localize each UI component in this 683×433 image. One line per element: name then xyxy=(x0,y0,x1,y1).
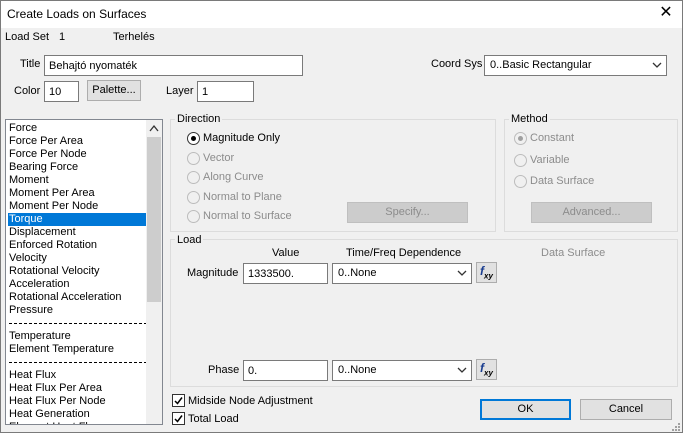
magnitude-input[interactable]: 1333500. xyxy=(243,263,328,284)
magnitude-dependence-value: 0..None xyxy=(338,267,377,279)
create-loads-dialog: Create Loads on Surfaces ✕ Load Set 1 Te… xyxy=(0,0,683,433)
radio-label: Variable xyxy=(530,153,570,166)
time-dependence-header: Time/Freq Dependence xyxy=(346,247,462,259)
radio-button[interactable] xyxy=(514,132,527,145)
data-surface-header: Data Surface xyxy=(541,247,606,259)
load-type-item[interactable]: Heat Flux Per Node xyxy=(8,395,147,408)
load-type-item[interactable]: Pressure xyxy=(8,304,147,317)
load-type-item[interactable]: Force xyxy=(8,122,147,135)
phase-input[interactable]: 0. xyxy=(243,360,328,381)
load-set-name: Terhelés xyxy=(113,31,155,43)
midside-node-label: Midside Node Adjustment xyxy=(188,395,313,407)
cancel-button[interactable]: Cancel xyxy=(580,399,672,420)
load-type-item[interactable]: Element Heat Flux xyxy=(8,421,147,424)
scroll-up-icon[interactable] xyxy=(149,124,159,132)
load-set-label: Load Set xyxy=(5,31,50,43)
radio-label: Magnitude Only xyxy=(203,132,281,144)
chevron-down-icon xyxy=(457,367,467,373)
radio-button[interactable] xyxy=(187,190,200,204)
function-icon: fxy xyxy=(480,361,493,378)
palette-button[interactable]: Palette... xyxy=(87,80,141,101)
load-set-number: 1 xyxy=(59,31,66,43)
phase-label: Phase xyxy=(208,364,240,376)
advanced-button[interactable]: Advanced... xyxy=(531,202,652,223)
total-load-label: Total Load xyxy=(188,413,239,425)
title-field-label: Title xyxy=(20,58,41,70)
load-type-item[interactable]: Moment xyxy=(8,174,147,187)
scroll-thumb[interactable] xyxy=(147,137,161,302)
resize-grip-icon[interactable] xyxy=(670,421,681,432)
radio-button[interactable] xyxy=(187,210,200,223)
load-type-item[interactable]: Heat Flux xyxy=(8,369,147,382)
title-bar: Create Loads on Surfaces ✕ xyxy=(1,1,682,28)
load-type-item[interactable]: Moment Per Area xyxy=(8,187,147,200)
coord-sys-label: Coord Sys xyxy=(431,58,483,70)
radio-label: Along Curve xyxy=(203,171,264,183)
load-type-item[interactable]: Heat Flux Per Area xyxy=(8,382,147,395)
radio-button[interactable] xyxy=(514,175,527,188)
load-type-item[interactable]: Temperature xyxy=(8,330,147,343)
radio-label: Normal to Plane xyxy=(203,190,282,203)
phase-function-button[interactable]: fxy xyxy=(476,359,497,380)
chevron-down-icon xyxy=(652,62,662,68)
load-type-item[interactable]: Bearing Force xyxy=(8,161,147,174)
load-type-item[interactable]: Rotational Acceleration xyxy=(8,291,147,304)
load-type-item[interactable]: Acceleration xyxy=(8,278,147,291)
radio-dot xyxy=(191,136,196,141)
direction-title: Direction xyxy=(175,113,223,125)
load-type-item[interactable]: Displacement xyxy=(8,226,147,239)
ok-button[interactable]: OK xyxy=(480,399,571,420)
checkbox-box[interactable] xyxy=(172,412,185,425)
load-type-item[interactable]: Force Per Node xyxy=(8,148,147,161)
chevron-down-icon xyxy=(457,270,467,276)
radio-label: Constant xyxy=(530,132,575,144)
list-separator xyxy=(9,323,147,324)
checkmark-icon xyxy=(174,415,183,423)
title-input[interactable]: Behajtó nyomaték xyxy=(44,55,303,76)
phase-dependence-select[interactable]: 0..None xyxy=(332,360,472,381)
load-title: Load xyxy=(175,234,204,246)
magnitude-label: Magnitude xyxy=(187,267,239,279)
close-icon[interactable]: ✕ xyxy=(658,4,674,22)
list-scrollbar[interactable] xyxy=(146,120,162,424)
window-title: Create Loads on Surfaces xyxy=(7,7,147,21)
load-type-item[interactable]: Velocity xyxy=(8,252,147,265)
radio-label: Data Surface xyxy=(530,175,595,187)
load-type-item[interactable]: Moment Per Node xyxy=(8,200,147,213)
radio-dot xyxy=(518,136,523,141)
load-type-item[interactable]: Heat Generation xyxy=(8,408,147,421)
load-type-item[interactable]: Rotational Velocity xyxy=(8,265,147,278)
radio-label: Vector xyxy=(203,151,235,164)
value-column-header: Value xyxy=(272,247,300,259)
checkmark-icon xyxy=(174,397,183,405)
radio-button[interactable] xyxy=(514,153,527,167)
specify-button[interactable]: Specify... xyxy=(347,202,468,223)
magnitude-function-button[interactable]: fxy xyxy=(476,262,497,283)
layer-input[interactable]: 1 xyxy=(197,81,254,102)
radio-button[interactable] xyxy=(187,171,200,184)
function-icon: fxy xyxy=(480,264,493,281)
load-type-item[interactable]: Torque xyxy=(8,213,147,226)
load-type-item[interactable]: Element Temperature xyxy=(8,343,147,356)
list-separator xyxy=(9,362,147,363)
phase-dependence-value: 0..None xyxy=(338,364,377,376)
color-label: Color xyxy=(14,85,41,97)
magnitude-dependence-select[interactable]: 0..None xyxy=(332,263,472,284)
radio-button[interactable] xyxy=(187,151,200,165)
load-type-item[interactable]: Force Per Area xyxy=(8,135,147,148)
checkbox-box[interactable] xyxy=(172,394,185,407)
coord-sys-select[interactable]: 0..Basic Rectangular xyxy=(484,55,667,76)
color-input[interactable]: 10 xyxy=(44,81,79,102)
method-title: Method xyxy=(509,113,550,125)
radio-label: Normal to Surface xyxy=(203,210,292,222)
layer-label: Layer xyxy=(166,85,194,97)
radio-button[interactable] xyxy=(187,132,200,145)
coord-sys-value: 0..Basic Rectangular xyxy=(490,59,592,71)
load-type-list[interactable]: Force Force Per Area Force Per Node Bearing… xyxy=(5,119,163,425)
load-type-item[interactable]: Enforced Rotation xyxy=(8,239,147,252)
